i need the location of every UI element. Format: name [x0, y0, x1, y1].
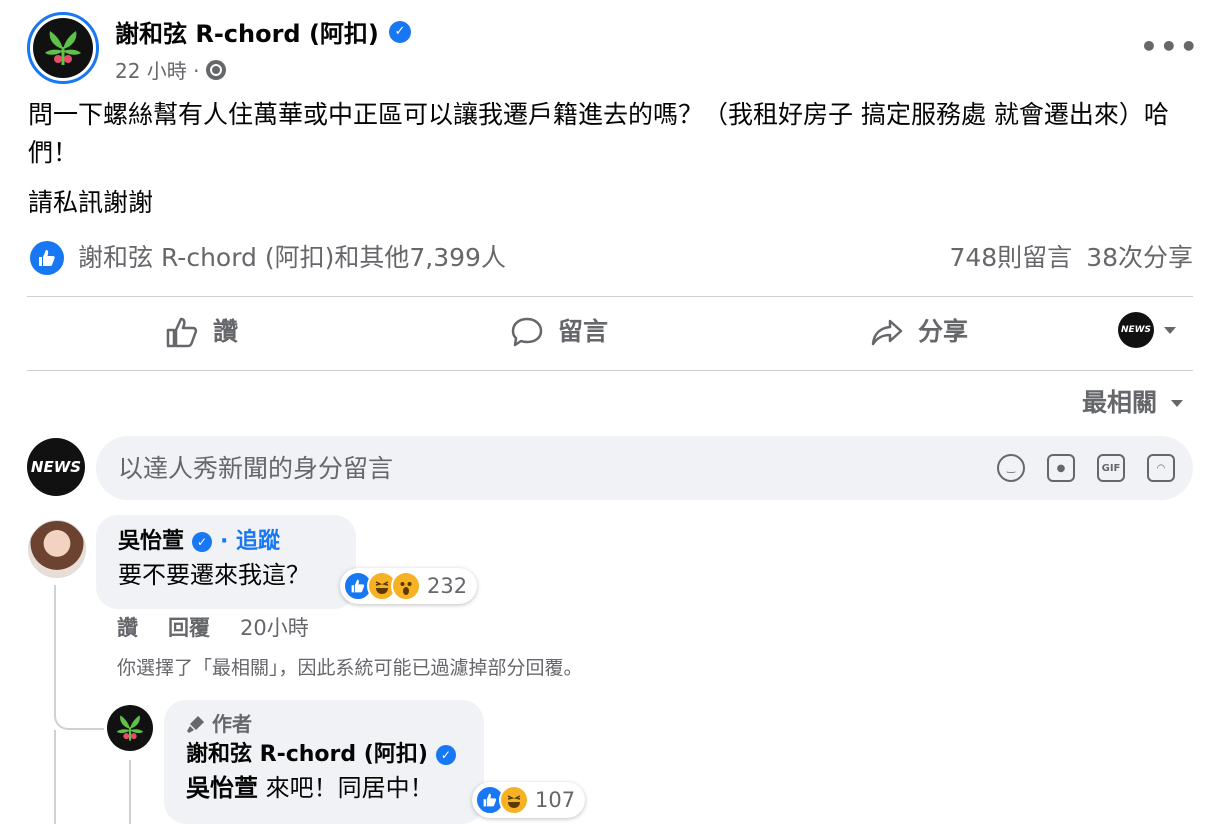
comment-button[interactable]: 留言	[510, 312, 608, 352]
author-tag-label: 作者	[212, 712, 252, 736]
haha-reaction-icon	[499, 785, 529, 815]
reply-reactions[interactable]: 107	[472, 782, 586, 818]
reply-body: 來吧！同居中！	[258, 774, 434, 802]
cannabis-leaf-icon	[45, 31, 81, 65]
reply-text: 吳怡萱 來吧！同居中！	[186, 770, 462, 806]
reply-bubble: 作者 謝和弦 R-chord (阿扣) ✓ 吳怡萱 來吧！同居中！	[164, 700, 484, 824]
reply-author-name[interactable]: 謝和弦 R-chord (阿扣)	[186, 740, 428, 770]
comment-like-button[interactable]: 讚	[117, 613, 138, 643]
like-button[interactable]: 讚	[165, 312, 238, 352]
verified-badge-icon: ✓	[388, 20, 411, 43]
composer-avatar: NEWS	[27, 438, 85, 496]
comment-reactions[interactable]: 232	[340, 568, 478, 604]
thumbs-up-icon	[166, 317, 198, 348]
cannabis-leaf-icon	[116, 715, 144, 741]
verified-badge-icon: ✓	[192, 532, 213, 552]
share-count[interactable]: 38次分享	[1086, 240, 1193, 276]
comment-composer[interactable]: ‿ ● GIF ◠	[96, 436, 1193, 500]
share-label: 分享	[918, 317, 969, 346]
more-options-icon[interactable]: •••	[1140, 30, 1200, 63]
poster-name-text[interactable]: 謝和弦 R-chord (阿扣)	[115, 14, 379, 49]
reply-avatar[interactable]	[107, 705, 153, 751]
comment-label: 留言	[558, 317, 609, 346]
page-selector[interactable]: NEWS	[1118, 312, 1176, 348]
comment-sort-dropdown[interactable]: 最相關	[1082, 385, 1183, 421]
thread-line	[54, 730, 56, 824]
commenter-name-row: 吳怡萱 ✓ · 追蹤	[118, 527, 334, 557]
verified-badge-icon: ✓	[435, 745, 456, 765]
post-text-second: 請私訊謝謝	[28, 188, 154, 217]
sticker-icon[interactable]: ◠	[1147, 454, 1175, 482]
thread-line	[129, 760, 131, 824]
commenter-name[interactable]: 吳怡萱	[118, 527, 184, 557]
comment-bubble: 吳怡萱 ✓ · 追蹤 要不要遷來我這？	[96, 515, 356, 609]
page-avatar: NEWS	[1118, 312, 1154, 348]
reaction-count: 232	[427, 574, 468, 598]
divider	[27, 296, 1193, 297]
post-time[interactable]: 22 小時 ·	[115, 55, 200, 84]
reaction-count: 107	[535, 788, 576, 812]
divider	[27, 370, 1193, 371]
commenter-avatar[interactable]	[28, 520, 86, 578]
comment-time[interactable]: 20小時	[240, 613, 309, 643]
sort-label: 最相關	[1081, 388, 1157, 417]
author-tag: 作者	[186, 708, 462, 740]
reply-name-row: 謝和弦 R-chord (阿扣) ✓	[186, 740, 462, 770]
emoji-icon[interactable]: ‿	[997, 454, 1025, 482]
post-meta: 22 小時 ·	[115, 55, 226, 84]
filter-note: 你選擇了「最相關」，因此系統可能已過濾掉部分回覆。	[117, 657, 583, 679]
gif-icon[interactable]: GIF	[1097, 454, 1125, 482]
comment-text: 要不要遷來我這？	[118, 561, 310, 589]
share-button[interactable]: 分享	[870, 312, 968, 352]
post-text: 問一下螺絲幫有人住萬華或中正區可以讓我遷戶籍進去的嗎？（我租好房子 搞定服務處 …	[28, 100, 1169, 167]
chevron-down-icon	[1164, 326, 1176, 334]
like-reaction-icon[interactable]	[30, 241, 64, 275]
globe-icon	[205, 59, 226, 80]
microphone-icon	[187, 716, 204, 733]
post-counts: 748則留言 38次分享	[949, 240, 1193, 276]
chevron-down-icon	[1171, 399, 1183, 407]
comment-reply-button[interactable]: 回覆	[168, 613, 210, 643]
composer-icons: ‿ ● GIF ◠	[997, 454, 1175, 482]
like-label: 讚	[213, 317, 239, 346]
comment-count[interactable]: 748則留言	[949, 240, 1072, 276]
poster-avatar[interactable]	[27, 12, 99, 84]
follow-link[interactable]: · 追蹤	[220, 527, 280, 557]
reaction-summary[interactable]: 謝和弦 R-chord (阿扣)和其他7,399人	[78, 240, 506, 276]
share-arrow-icon	[871, 319, 903, 346]
thread-line-curve	[54, 690, 104, 730]
wow-reaction-icon	[391, 571, 421, 601]
reply-mention[interactable]: 吳怡萱	[186, 774, 258, 802]
comment-input[interactable]	[118, 453, 968, 483]
camera-icon[interactable]: ●	[1047, 454, 1075, 482]
comment-bubble-icon	[511, 317, 543, 347]
comment-actions: 讚 回覆 20小時	[117, 613, 309, 643]
poster-name[interactable]: 謝和弦 R-chord (阿扣) ✓	[115, 14, 411, 49]
